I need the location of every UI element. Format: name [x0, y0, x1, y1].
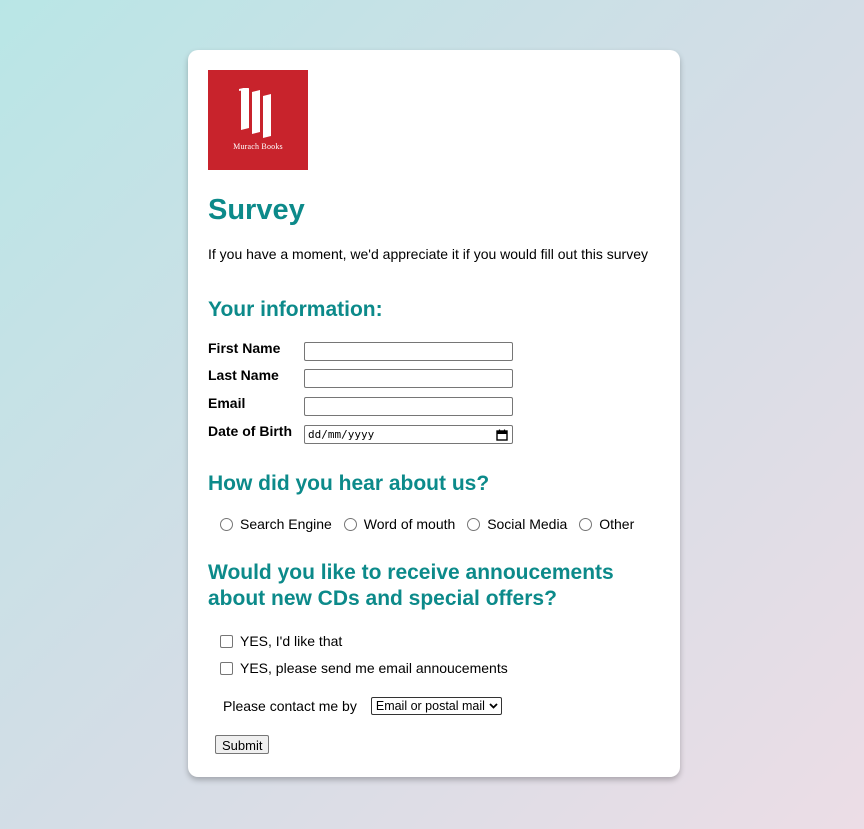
checkbox-label: YES, I'd like that	[240, 633, 343, 649]
checkbox[interactable]	[220, 661, 233, 675]
radio-label: Social Media	[487, 516, 568, 532]
chevron-down-icon	[489, 703, 498, 709]
contact-select-value: Email or postal mail	[375, 699, 485, 713]
radio-social-media[interactable]: Social Media	[467, 516, 567, 532]
last-name-label: Last Name	[208, 367, 279, 383]
survey-card: Murach Books Survey If you have a moment…	[188, 50, 680, 777]
calendar-icon[interactable]	[496, 429, 508, 441]
book-pages-icon	[239, 88, 271, 138]
checkbox[interactable]	[220, 634, 233, 648]
radio-button[interactable]	[220, 517, 233, 531]
murach-books-logo: Murach Books	[208, 70, 308, 170]
info-heading: Your information:	[208, 298, 383, 321]
radio-label: Other	[599, 516, 635, 532]
radio-other[interactable]: Other	[579, 516, 634, 532]
radio-search-engine[interactable]: Search Engine	[220, 516, 332, 532]
hear-heading: How did you hear about us?	[208, 472, 490, 495]
page-title: Survey	[208, 194, 305, 226]
email-label: Email	[208, 395, 246, 411]
hear-radio-group: Search Engine Word of mouth Social Media…	[220, 516, 642, 536]
checkbox-row-yes[interactable]: YES, I'd like that	[220, 633, 342, 649]
first-name-input[interactable]	[304, 342, 513, 361]
dob-input[interactable]: dd/mm/yyyy	[304, 425, 513, 444]
radio-label: Word of mouth	[363, 516, 456, 532]
radio-button[interactable]	[343, 517, 357, 531]
last-name-input[interactable]	[304, 369, 513, 388]
intro-text: If you have a moment, we'd appreciate it…	[208, 246, 649, 262]
contact-select[interactable]: Email or postal mail	[370, 697, 502, 715]
dob-placeholder: dd/mm/yyyy	[308, 428, 375, 441]
dob-label: Date of Birth	[208, 423, 292, 439]
radio-button[interactable]	[467, 517, 481, 531]
email-input[interactable]	[304, 397, 513, 416]
checkbox-label: YES, please send me email annoucements	[240, 660, 508, 676]
checkbox-row-email[interactable]: YES, please send me email annoucements	[220, 660, 508, 676]
announce-heading: Would you like to receive annoucements a…	[208, 561, 614, 610]
submit-button[interactable]: Submit	[215, 735, 270, 754]
contact-label: Please contact me by	[223, 698, 357, 714]
radio-word-of-mouth[interactable]: Word of mouth	[343, 516, 456, 532]
logo-text: Murach Books	[233, 142, 283, 151]
contact-row: Please contact me by Email or postal mai…	[223, 697, 502, 715]
radio-button[interactable]	[579, 517, 593, 531]
first-name-label: First Name	[208, 340, 281, 356]
radio-label: Search Engine	[240, 516, 332, 532]
